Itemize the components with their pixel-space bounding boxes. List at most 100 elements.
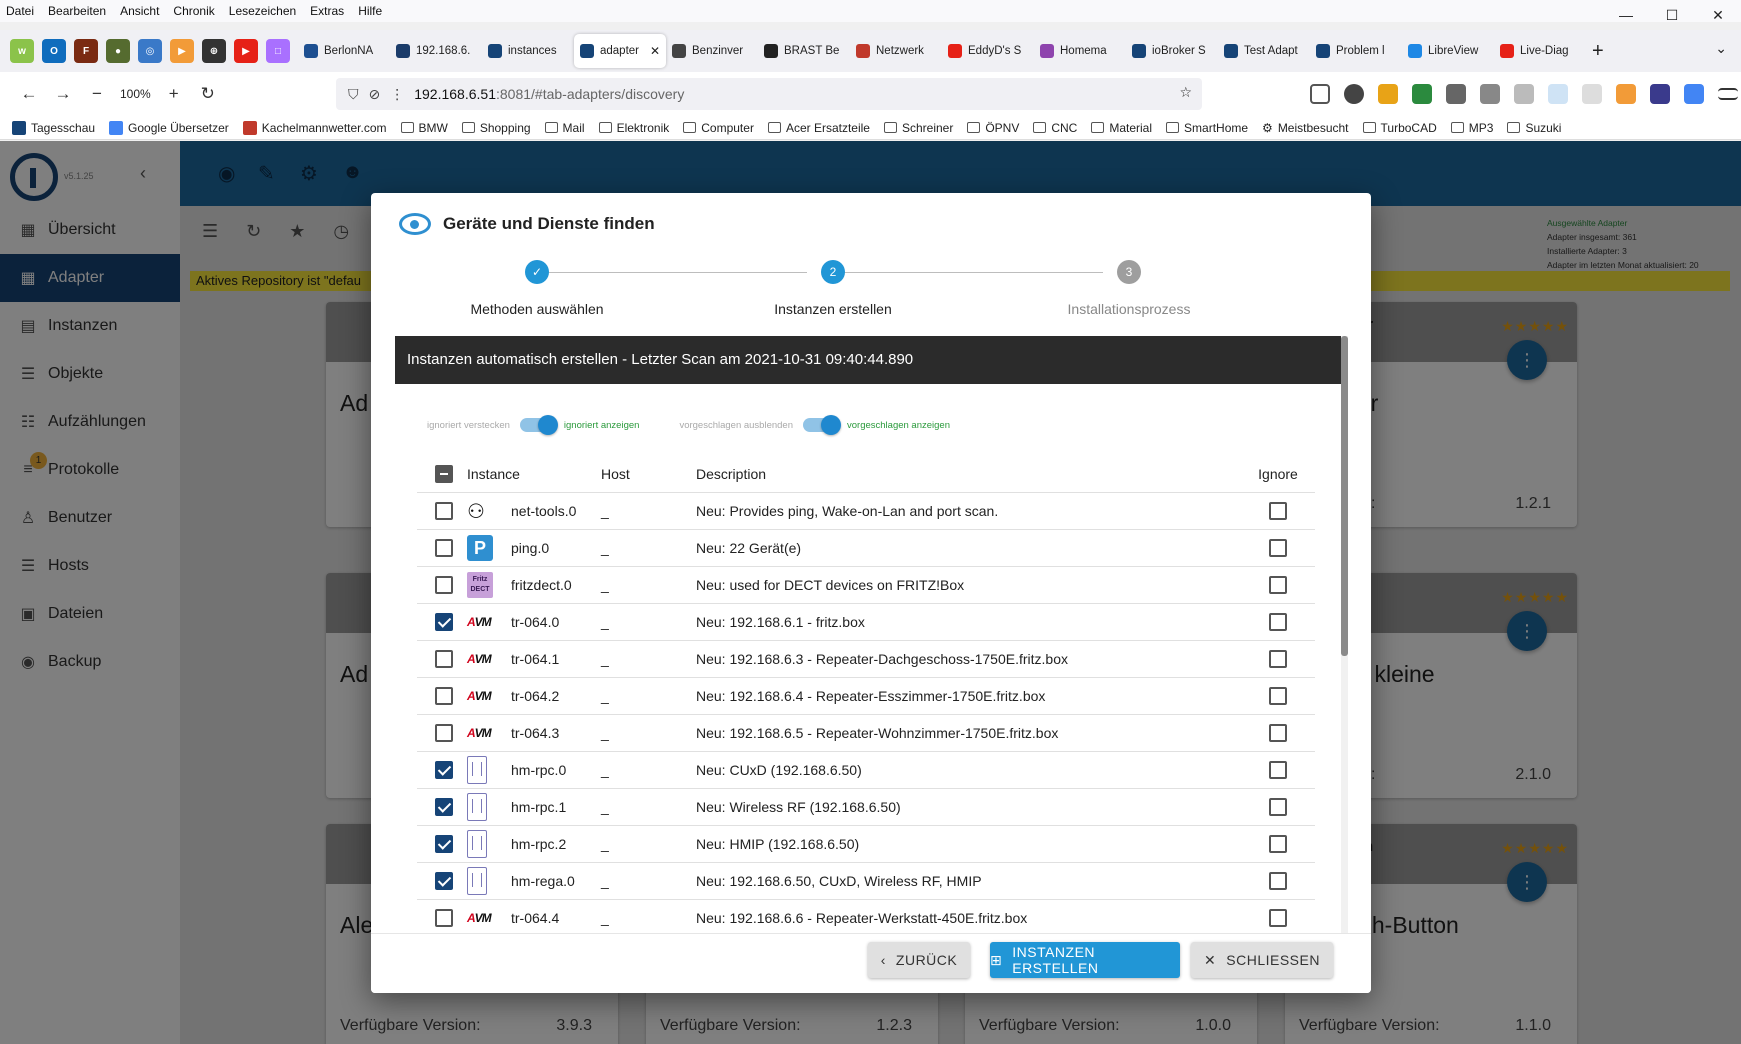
grid-extension-icon[interactable] — [1480, 84, 1500, 104]
off-extension-icon[interactable] — [1378, 84, 1398, 104]
scrollbar-thumb[interactable] — [1341, 336, 1348, 656]
bookmark-item[interactable]: TurboCAD — [1362, 121, 1437, 135]
select-checkbox[interactable] — [435, 909, 453, 927]
globe-icon[interactable]: ⊕ — [202, 39, 226, 63]
menu-datei[interactable]: Datei — [6, 4, 34, 18]
zoom-in-icon[interactable]: + — [157, 84, 191, 104]
select-checkbox[interactable] — [435, 539, 453, 557]
table-row[interactable]: AVM tr-064.1 _ Neu: 192.168.6.3 - Repeater-… — [417, 641, 1315, 678]
browser-tab[interactable]: BerlonNA — [298, 34, 390, 68]
select-checkbox[interactable] — [435, 835, 453, 853]
table-row[interactable]: Pping.0 _ Neu: 22 Gerät(e) — [417, 530, 1315, 567]
table-row[interactable]: hm-rpc.0 _ Neu: CUxD (192.168.6.50) — [417, 752, 1315, 789]
pocket-icon[interactable] — [1310, 84, 1330, 104]
browser-tab[interactable]: BRAST Be — [758, 34, 850, 68]
maximize-icon[interactable]: ☐ — [1649, 0, 1695, 30]
select-checkbox[interactable] — [435, 724, 453, 742]
select-all-checkbox[interactable] — [435, 464, 453, 483]
bookmark-item[interactable]: Computer — [683, 121, 754, 135]
menu-icon[interactable] — [1718, 88, 1738, 100]
calendar-extension-icon[interactable] — [1446, 84, 1466, 104]
ignore-checkbox[interactable] — [1269, 835, 1287, 853]
menu-bearbeiten[interactable]: Bearbeiten — [48, 4, 106, 18]
browser-tab[interactable]: Live-Diag — [1494, 34, 1586, 68]
bookmark-item[interactable]: BMW — [400, 121, 448, 135]
table-row[interactable]: hm-rpc.1 _ Neu: Wireless RF (192.168.6.50) — [417, 789, 1315, 826]
table-row[interactable]: AVM tr-064.0 _ Neu: 192.168.6.1 - fritz.box — [417, 604, 1315, 641]
bookmark-item[interactable]: CNC — [1033, 121, 1077, 135]
browser-tab[interactable]: instances — [482, 34, 574, 68]
select-checkbox[interactable] — [435, 613, 453, 631]
browser-tab[interactable]: Benzinver — [666, 34, 758, 68]
suggested-toggle[interactable] — [803, 415, 841, 435]
ignored-toggle[interactable] — [519, 415, 558, 435]
tab-close-icon[interactable]: ✕ — [650, 44, 660, 58]
ignore-checkbox[interactable] — [1269, 798, 1287, 816]
bookmark-item[interactable]: Google Übersetzer — [109, 120, 229, 135]
zoom-level[interactable]: 100% — [120, 87, 151, 101]
ignore-checkbox[interactable] — [1269, 687, 1287, 705]
browser-tab[interactable]: EddyD's S — [942, 34, 1034, 68]
translate-icon[interactable] — [1684, 84, 1704, 104]
bookmark-item[interactable]: Shopping — [461, 121, 531, 135]
badge-icon[interactable]: ● — [106, 39, 130, 63]
twitch-icon[interactable]: □ — [266, 39, 290, 63]
browser-tab[interactable]: Problem l — [1310, 34, 1402, 68]
forward-icon[interactable]: → — [46, 84, 80, 104]
menu-ansicht[interactable]: Ansicht — [120, 4, 159, 18]
bookmark-item[interactable]: Tagesschau — [12, 120, 95, 135]
menu-extras[interactable]: Extras — [310, 4, 344, 18]
table-row[interactable]: AVM tr-064.3 _ Neu: 192.168.6.5 - Repeater-… — [417, 715, 1315, 752]
bookmark-star-icon[interactable]: ☆ — [1179, 84, 1192, 101]
table-row[interactable]: hm-rpc.2 _ Neu: HMIP (192.168.6.50) — [417, 826, 1315, 863]
minimize-icon[interactable]: — — [1603, 0, 1649, 30]
select-checkbox[interactable] — [435, 576, 453, 594]
ignore-checkbox[interactable] — [1269, 650, 1287, 668]
close-window-icon[interactable]: ✕ — [1695, 0, 1741, 30]
select-checkbox[interactable] — [435, 872, 453, 890]
bookmark-item[interactable]: ⚙ Meistbesucht — [1262, 121, 1348, 135]
table-row[interactable]: ⚇ net-tools.0 _ Neu: Provides ping, Wake-on… — [417, 493, 1315, 530]
table-row[interactable]: Fritz DECT fritzdect.0 _ Neu: used for DECT … — [417, 567, 1315, 604]
bookmark-item[interactable]: Schreiner — [883, 121, 953, 135]
zoom-out-icon[interactable]: − — [80, 84, 114, 104]
b-extension-icon[interactable] — [1344, 84, 1364, 104]
lock-warning-icon[interactable]: ⊘ — [369, 86, 381, 103]
browser-tab[interactable]: 192.168.6. — [390, 34, 482, 68]
select-checkbox[interactable] — [435, 798, 453, 816]
feather-icon[interactable] — [1616, 84, 1636, 104]
media-icon[interactable]: ▶ — [170, 39, 194, 63]
browser-tab[interactable]: Test Adapt — [1218, 34, 1310, 68]
ignore-checkbox[interactable] — [1269, 576, 1287, 594]
bookmark-item[interactable]: MP3 — [1450, 121, 1493, 135]
table-row[interactable]: AVM tr-064.4 _ Neu: 192.168.6.6 - Repeater-… — [417, 900, 1315, 937]
outlook-icon[interactable]: O — [42, 39, 66, 63]
menu-hilfe[interactable]: Hilfe — [358, 4, 382, 18]
browser-tab[interactable]: Netzwerk — [850, 34, 942, 68]
col-description[interactable]: Description — [696, 466, 1241, 482]
bookmark-item[interactable]: Material — [1091, 121, 1152, 135]
col-host[interactable]: Host — [601, 466, 696, 482]
table-row[interactable]: hm-rega.0 _ Neu: 192.168.6.50, CUxD, Wirel… — [417, 863, 1315, 900]
bookmark-item[interactable]: Mail — [544, 121, 585, 135]
bookmark-item[interactable]: Kachelmannwetter.com — [242, 120, 387, 135]
menu-chronik[interactable]: Chronik — [173, 4, 214, 18]
ignore-checkbox[interactable] — [1269, 502, 1287, 520]
f-icon[interactable]: F — [74, 39, 98, 63]
youtube-icon[interactable]: ▶ — [234, 39, 258, 63]
fox-extension-icon[interactable] — [1650, 84, 1670, 104]
col-ignore[interactable]: Ignore — [1241, 466, 1315, 482]
browser-tab[interactable]: adapter ✕ — [574, 34, 666, 68]
menu-lesezeichen[interactable]: Lesezeichen — [229, 4, 296, 18]
close-button[interactable]: ✕ SCHLIESSEN — [1191, 942, 1333, 978]
new-tab-icon[interactable]: + — [1592, 40, 1604, 63]
green-extension-icon[interactable] — [1412, 84, 1432, 104]
ignore-checkbox[interactable] — [1269, 761, 1287, 779]
reload-icon[interactable]: ↻ — [191, 84, 225, 104]
page-icon[interactable] — [1582, 84, 1602, 104]
back-button[interactable]: ‹ ZURÜCK — [868, 942, 970, 978]
table-row[interactable]: AVM tr-064.2 _ Neu: 192.168.6.4 - Repeater-… — [417, 678, 1315, 715]
browser-tab[interactable]: LibreView — [1402, 34, 1494, 68]
ignore-checkbox[interactable] — [1269, 613, 1287, 631]
create-instances-button[interactable]: ⊞ INSTANZEN ERSTELLEN — [990, 942, 1180, 978]
